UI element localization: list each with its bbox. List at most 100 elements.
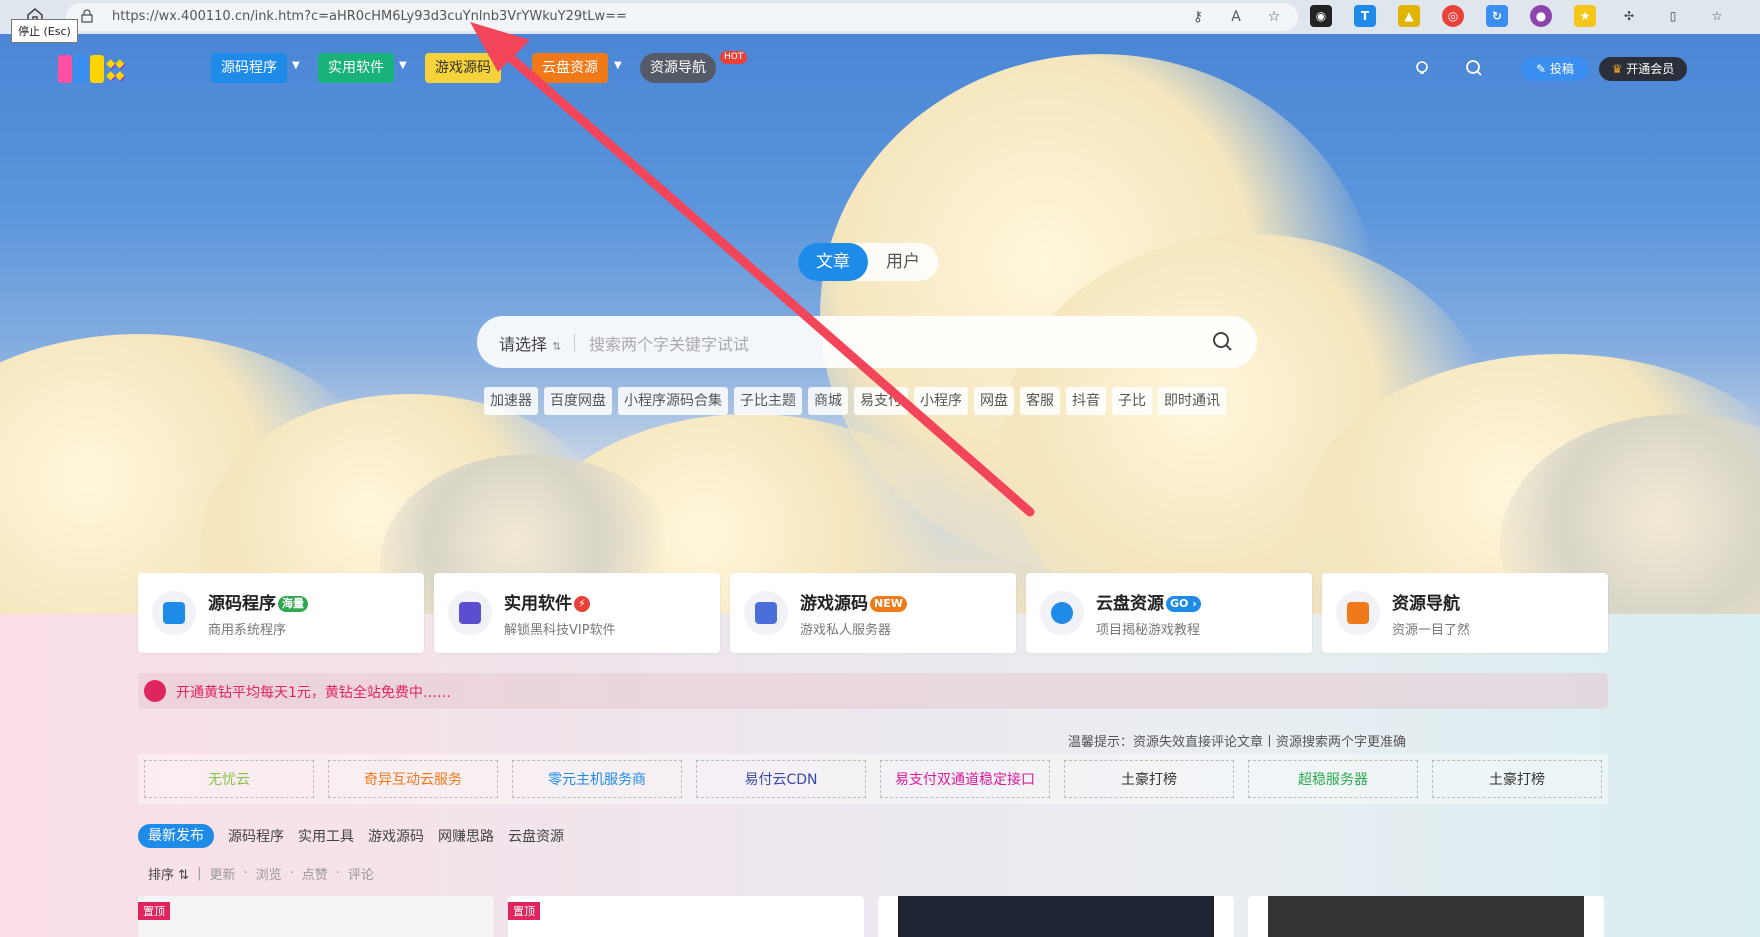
search-tag[interactable]: 商城 bbox=[808, 387, 848, 415]
apps-icon bbox=[448, 591, 492, 635]
lock-icon[interactable] bbox=[80, 9, 94, 23]
theme-toggle-icon[interactable] bbox=[1412, 58, 1432, 78]
extension-star-icon[interactable]: ★ bbox=[1574, 5, 1596, 27]
category-card-cloud[interactable]: 云盘资源 GO › 项目揭秘游戏教程 bbox=[1026, 573, 1312, 653]
sponsor-link[interactable]: 零元主机服务商 bbox=[512, 760, 682, 798]
code-icon bbox=[152, 591, 196, 635]
search-tag[interactable]: 网盘 bbox=[974, 387, 1014, 415]
sponsor-link[interactable]: 土豪打榜 bbox=[1432, 760, 1602, 798]
search-tag[interactable]: 易支付 bbox=[854, 387, 908, 415]
home-notice-icon bbox=[144, 680, 166, 702]
search-tag[interactable]: 百度网盘 bbox=[544, 387, 612, 415]
search-divider bbox=[574, 333, 575, 351]
card-title: 游戏源码 NEW bbox=[800, 589, 907, 614]
card-title-text: 云盘资源 bbox=[1096, 594, 1164, 614]
sponsor-link[interactable]: 超稳服务器 bbox=[1248, 760, 1418, 798]
sort-arrows-icon: ⇅ bbox=[178, 868, 190, 883]
browser-toolbar: https://wx.400110.cn/ink.htm?c=aHR0cHM6L… bbox=[0, 0, 1760, 34]
tab-article[interactable]: 文章 bbox=[798, 243, 868, 281]
category-card-software[interactable]: 实用软件 ⚡ 解锁黑科技VIP软件 bbox=[434, 573, 720, 653]
chevron-down-icon[interactable]: ▼ bbox=[292, 60, 306, 74]
search-tag[interactable]: 小程序源码合集 bbox=[618, 387, 728, 415]
nav-item-game[interactable]: 游戏源码 bbox=[425, 53, 501, 83]
contribute-button[interactable]: ✎ 投稿 bbox=[1521, 57, 1589, 81]
tab-money[interactable]: 网赚思路 bbox=[438, 826, 494, 846]
extension-target-icon[interactable]: ◎ bbox=[1442, 5, 1464, 27]
search-tag[interactable]: 即时通讯 bbox=[1158, 387, 1226, 415]
search-input[interactable]: 搜索两个字关键字试试 bbox=[589, 331, 749, 355]
extension-t-icon[interactable]: T bbox=[1354, 5, 1376, 27]
contribute-label: 投稿 bbox=[1549, 62, 1574, 76]
key-icon[interactable]: ⚷ bbox=[1188, 7, 1208, 27]
sponsor-link[interactable]: 易支付双通道稳定接口 bbox=[880, 760, 1050, 798]
post-card[interactable] bbox=[1248, 896, 1604, 937]
card-subtitle: 商用系统程序 bbox=[208, 623, 287, 638]
extensions-puzzle-icon[interactable]: ✣ bbox=[1618, 5, 1640, 27]
split-screen-icon[interactable]: ▯ bbox=[1662, 5, 1684, 27]
announcement-bar[interactable]: 开通黄钻平均每天1元，黄钻全站免费中…… bbox=[138, 673, 1608, 709]
sort-option[interactable]: 评论 bbox=[348, 864, 374, 883]
tab-latest[interactable]: 最新发布 bbox=[138, 824, 214, 848]
favorites-icon[interactable]: ☆ bbox=[1706, 5, 1728, 27]
extension-panda-icon[interactable]: ◉ bbox=[1310, 5, 1332, 27]
search-tag[interactable]: 小程序 bbox=[914, 387, 968, 415]
tab-user[interactable]: 用户 bbox=[868, 243, 938, 281]
vip-button[interactable]: ♛ 开通会员 bbox=[1599, 57, 1687, 81]
search-box: 请选择 ⇅ 搜索两个字关键字试试 bbox=[477, 316, 1257, 368]
site-logo[interactable]: ◆◆ ◆◆ bbox=[58, 52, 148, 86]
chevron-down-icon[interactable]: ▼ bbox=[399, 60, 413, 74]
sponsor-link[interactable]: 奇异互动云服务 bbox=[328, 760, 498, 798]
tab-tools[interactable]: 实用工具 bbox=[298, 826, 354, 846]
tab-source[interactable]: 源码程序 bbox=[228, 826, 284, 846]
extension-color-icon[interactable]: ● bbox=[1530, 5, 1552, 27]
category-card-navigation[interactable]: 资源导航 资源一目了然 bbox=[1322, 573, 1608, 653]
extension-sync-icon[interactable]: ↻ bbox=[1486, 5, 1508, 27]
post-thumbnail bbox=[138, 896, 494, 937]
tab-game[interactable]: 游戏源码 bbox=[368, 826, 424, 846]
sort-bar: 排序 ⇅ | 更新 · 浏览 · 点赞 · 评论 bbox=[148, 864, 374, 883]
logo-mark: ◆◆ ◆◆ bbox=[106, 56, 125, 82]
stop-tooltip: 停止 (Esc) bbox=[11, 19, 78, 43]
search-submit-icon[interactable] bbox=[1211, 330, 1235, 354]
search-tag[interactable]: 子比主题 bbox=[734, 387, 802, 415]
read-aloud-icon[interactable]: A bbox=[1226, 7, 1246, 27]
sort-option[interactable]: 浏览 bbox=[256, 864, 282, 883]
site-nav: ◆◆ ◆◆ 源码程序 ▼ 实用软件 ▼ 游戏源码 云盘资源 ▼ 资源导航 HOT … bbox=[0, 34, 1760, 96]
post-thumbnail bbox=[508, 896, 864, 937]
lightning-badge-icon: ⚡ bbox=[574, 596, 590, 612]
sort-option[interactable]: 更新 bbox=[209, 864, 235, 883]
search-icon[interactable] bbox=[1464, 58, 1484, 78]
nav-item-navigation[interactable]: 资源导航 bbox=[640, 53, 716, 83]
tab-cloud[interactable]: 云盘资源 bbox=[508, 826, 564, 846]
post-card[interactable] bbox=[878, 896, 1234, 937]
card-subtitle: 解锁黑科技VIP软件 bbox=[504, 623, 616, 638]
search-category-select[interactable]: 请选择 ⇅ bbox=[499, 331, 561, 355]
search-tag[interactable]: 子比 bbox=[1112, 387, 1152, 415]
sponsor-link[interactable]: 无忧云 bbox=[144, 760, 314, 798]
nav-item-source[interactable]: 源码程序 bbox=[211, 53, 287, 83]
sponsor-link[interactable]: 土豪打榜 bbox=[1064, 760, 1234, 798]
address-bar[interactable]: https://wx.400110.cn/ink.htm?c=aHR0cHM6L… bbox=[66, 3, 1298, 31]
post-thumbnail bbox=[898, 896, 1214, 937]
search-tag[interactable]: 抖音 bbox=[1066, 387, 1106, 415]
post-card[interactable]: 置顶 bbox=[138, 896, 494, 937]
chevron-down-icon[interactable]: ▼ bbox=[614, 60, 628, 74]
search-tag[interactable]: 加速器 bbox=[484, 387, 538, 415]
extension-tank-icon[interactable]: ▲ bbox=[1398, 5, 1420, 27]
card-title: 资源导航 bbox=[1392, 589, 1460, 614]
sort-label[interactable]: 排序 ⇅ bbox=[148, 864, 189, 883]
category-card-source[interactable]: 源码程序 海量 商用系统程序 bbox=[138, 573, 424, 653]
url-text[interactable]: https://wx.400110.cn/ink.htm?c=aHR0cHM6L… bbox=[112, 9, 627, 24]
search-tag[interactable]: 客服 bbox=[1020, 387, 1060, 415]
sponsor-link[interactable]: 易付云CDN bbox=[696, 760, 866, 798]
category-card-game[interactable]: 游戏源码 NEW 游戏私人服务器 bbox=[730, 573, 1016, 653]
sort-option[interactable]: 点赞 bbox=[302, 864, 328, 883]
crown-icon: ♛ bbox=[1611, 62, 1623, 76]
post-card[interactable]: 置顶 bbox=[508, 896, 864, 937]
nav-item-software[interactable]: 实用软件 bbox=[318, 53, 394, 83]
favorite-star-icon[interactable]: ☆ bbox=[1264, 7, 1284, 27]
announcement-text: 开通黄钻平均每天1元，黄钻全站免费中…… bbox=[176, 685, 451, 701]
nav-item-cloud[interactable]: 云盘资源 bbox=[532, 53, 608, 83]
card-title-text: 源码程序 bbox=[208, 594, 276, 614]
card-title-text: 资源导航 bbox=[1392, 594, 1460, 614]
